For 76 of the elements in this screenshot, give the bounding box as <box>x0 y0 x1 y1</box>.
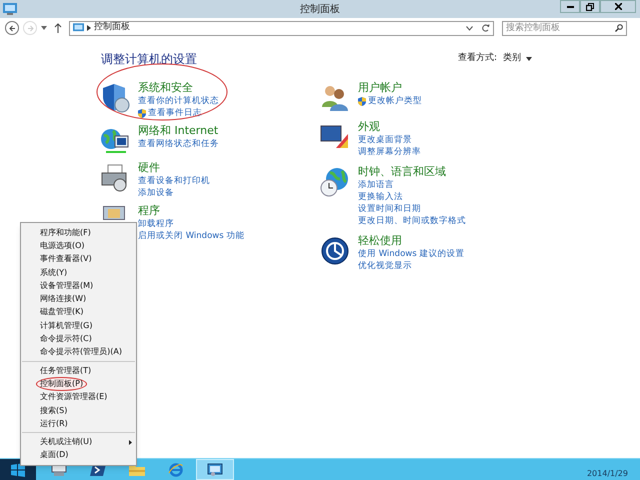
task-link[interactable]: 使用 Windows 建议的设置 <box>358 248 464 260</box>
globe-monitor-icon <box>100 126 130 156</box>
task-link[interactable]: 添加语言 <box>358 179 466 191</box>
category-title[interactable]: 时钟、语言和区域 <box>358 164 466 179</box>
menu-item[interactable]: 系统(Y) <box>21 266 136 280</box>
view-by-label: 查看方式: <box>458 52 497 66</box>
dropdown-icon[interactable] <box>41 26 47 30</box>
menu-item[interactable]: 桌面(D) <box>21 448 136 462</box>
dropdown-icon <box>526 57 532 61</box>
restore-button[interactable] <box>580 0 600 13</box>
accessibility-icon <box>320 236 350 266</box>
globe-clock-icon <box>320 167 350 197</box>
task-link[interactable]: 添加设备 <box>138 187 210 199</box>
category-title[interactable]: 用户帐户 <box>358 80 422 95</box>
task-link[interactable]: 启用或关闭 Windows 功能 <box>138 230 244 242</box>
task-link[interactable]: 更换输入法 <box>358 191 466 203</box>
program-box-icon <box>103 206 125 220</box>
menu-item[interactable]: 命令提示符(C) <box>21 332 136 346</box>
close-icon <box>614 3 622 10</box>
page-heading: 调整计算机的设置 <box>101 51 197 68</box>
menu-item[interactable]: 关机或注销(U) <box>21 435 136 449</box>
forward-arrow-icon <box>26 24 34 32</box>
taskbar-app-button[interactable] <box>196 459 234 480</box>
menu-item[interactable]: 运行(R) <box>21 417 136 430</box>
users-icon <box>320 83 350 113</box>
menu-item[interactable]: 电源选项(O) <box>21 239 136 253</box>
menu-item[interactable]: 程序和功能(F) <box>21 226 136 240</box>
close-button[interactable] <box>600 0 636 13</box>
search-field[interactable]: 搜索控制面板 <box>502 20 627 36</box>
task-link[interactable]: 更改桌面背景 <box>358 134 421 146</box>
task-link[interactable]: 更改日期、时间或数字格式 <box>358 215 466 227</box>
refresh-icon[interactable] <box>482 24 490 32</box>
view-by-dropdown[interactable]: 类别 <box>503 52 532 66</box>
task-link[interactable]: 设置时间和日期 <box>358 203 466 215</box>
breadcrumb-arrow-icon <box>87 25 91 31</box>
minimize-button[interactable] <box>560 0 580 13</box>
window-title: 控制面板 <box>300 2 340 16</box>
back-button[interactable] <box>5 21 19 35</box>
menu-item[interactable]: 搜索(S) <box>21 404 136 418</box>
category-title[interactable]: 硬件 <box>138 160 210 175</box>
minimize-icon <box>566 6 574 8</box>
menu-item[interactable]: 任务管理器(T) <box>21 364 136 378</box>
control-panel-icon <box>73 23 84 33</box>
task-link[interactable]: 查看设备和打印机 <box>138 175 210 187</box>
task-link[interactable]: 查看网络状态和任务 <box>138 138 219 150</box>
browser-e-icon <box>168 462 184 476</box>
menu-item[interactable]: 网络连接(W) <box>21 292 136 306</box>
category-title[interactable]: 轻松使用 <box>358 233 464 248</box>
menu-item[interactable]: 设备管理器(M) <box>21 279 136 292</box>
category-title[interactable]: 网络和 Internet <box>138 123 219 138</box>
menu-item[interactable]: 命令提示符(管理员)(A) <box>21 346 136 359</box>
task-link[interactable]: 优化视觉显示 <box>358 260 464 272</box>
back-arrow-icon <box>8 24 16 32</box>
shield-icon <box>100 83 130 113</box>
category-title[interactable]: 系统和安全 <box>138 80 219 95</box>
search-icon <box>615 24 623 32</box>
task-link[interactable]: 更改帐户类型 <box>358 95 422 107</box>
control-panel-icon <box>3 3 17 15</box>
address-field[interactable]: 控制面板 <box>69 20 494 36</box>
windows-logo-icon <box>11 462 25 476</box>
chevron-down-icon[interactable] <box>466 26 473 30</box>
menu-item[interactable]: 磁盘管理(K) <box>21 306 136 320</box>
task-link[interactable]: 调整屏幕分辨率 <box>358 146 421 158</box>
task-link[interactable]: 卸载程序 <box>138 218 244 230</box>
restore-icon <box>586 2 594 10</box>
control-panel-icon <box>207 462 223 476</box>
menu-item[interactable]: 事件查看器(V) <box>21 252 136 266</box>
category-title[interactable]: 程序 <box>138 203 244 218</box>
menu-item[interactable]: 控制面板(P) <box>21 377 136 391</box>
menu-item[interactable]: 文件资源管理器(E) <box>21 390 136 404</box>
up-arrow-icon[interactable] <box>54 23 62 33</box>
menu-item[interactable]: 计算机管理(G) <box>21 319 136 332</box>
task-link[interactable]: 查看你的计算机状态 <box>138 95 219 107</box>
category-title[interactable]: 外观 <box>358 119 421 134</box>
breadcrumb-item[interactable]: 控制面板 <box>94 21 130 35</box>
taskbar-date: 2014/1/29 <box>586 468 628 480</box>
